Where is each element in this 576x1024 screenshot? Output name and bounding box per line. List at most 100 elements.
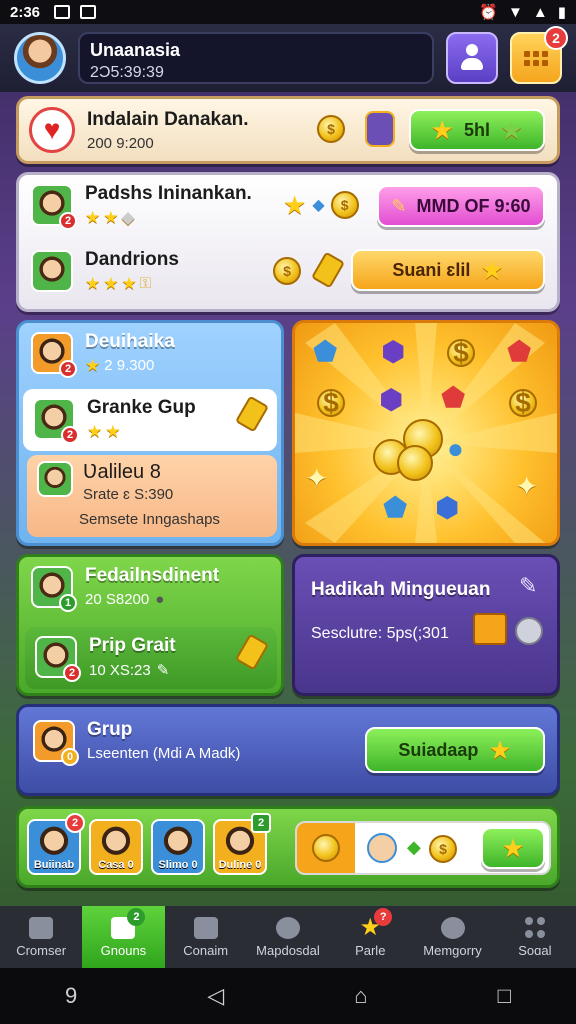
- claim-button[interactable]: ★ 5hl ★: [409, 109, 545, 151]
- potion-icon: [365, 111, 395, 147]
- level-badge: 2: [59, 359, 77, 378]
- recents-icon[interactable]: □: [498, 983, 511, 1009]
- group-join-button[interactable]: Suiadaap ★: [365, 727, 545, 773]
- character-label: Casa 0: [98, 859, 134, 871]
- pencil-icon: ✎: [156, 662, 170, 679]
- character-badge: 2: [65, 813, 85, 833]
- user-info-box[interactable]: Unaanasia 2Ɔ5:39:39: [78, 32, 434, 84]
- event-subtitle: 20 S8200: [85, 591, 150, 608]
- person-icon: [460, 44, 484, 72]
- bottom-nav: Cromser 2 Gnouns Conaim Mapdosdal ★ ? Pa…: [0, 906, 576, 968]
- user-subtext: 2Ɔ5:39:39: [90, 64, 164, 81]
- character-avatar: 2: [31, 331, 77, 378]
- team-character[interactable]: Slimo 0: [151, 819, 205, 875]
- coin-icon: $: [317, 387, 345, 418]
- team-claim-button[interactable]: ★: [481, 827, 545, 869]
- star-icon: ★: [501, 833, 525, 863]
- nav-item-home[interactable]: Cromser: [0, 906, 82, 968]
- star-icon: ★: [480, 255, 504, 285]
- wifi-icon: ▼: [508, 3, 523, 21]
- claim-button-label: 5hl: [463, 119, 490, 140]
- level-badge: 0: [61, 747, 79, 766]
- friend-title: Ʋalileu 8: [83, 461, 161, 483]
- assistant-icon[interactable]: 9: [65, 983, 77, 1009]
- team-character[interactable]: 2 Buiinab: [27, 813, 85, 875]
- team-character[interactable]: Casa 0: [89, 819, 143, 875]
- dots-icon: [524, 916, 545, 939]
- character-badge: 2: [251, 813, 271, 833]
- sparkle-icon: ✦: [515, 471, 539, 502]
- character-avatar: [31, 249, 73, 292]
- home-icon[interactable]: ⌂: [354, 983, 367, 1009]
- star-rating: ★ ★: [87, 422, 121, 441]
- nav-label: Cromser: [16, 942, 67, 958]
- level-badge: 2: [63, 664, 81, 682]
- user-name: Unaanasia: [90, 40, 181, 60]
- coin-icon: $: [330, 191, 359, 219]
- nav-item-parle[interactable]: ★ ? Parle: [329, 906, 411, 968]
- back-icon[interactable]: ◁: [207, 983, 224, 1009]
- nav-label: Gnouns: [100, 942, 147, 958]
- character-label: Duline 0: [218, 859, 262, 871]
- character-avatar: 1: [31, 565, 77, 612]
- battery-icon: ▮: [557, 4, 566, 21]
- ticket-icon: [234, 395, 270, 433]
- nav-label: Memgorry: [423, 942, 482, 958]
- heart-icon: ♥: [29, 107, 75, 153]
- friend-item[interactable]: 2 Granke Gup ★ ★: [23, 389, 277, 451]
- event-item[interactable]: 2 Prip Grait 10 XS:23 ✎: [25, 627, 277, 689]
- friend-title: Granke Gup: [87, 397, 196, 418]
- mission-go-button[interactable]: Suani ɛlil ★: [351, 249, 545, 291]
- team-character[interactable]: 2 Duline 0: [213, 813, 271, 875]
- friend-score: 2 9.300: [104, 357, 155, 374]
- mission-timer-button[interactable]: ✎ MMD OF 9:60: [377, 185, 545, 227]
- star-icon: ★: [488, 735, 512, 765]
- home-icon: [29, 916, 54, 939]
- sparkle-icon: ✦: [305, 463, 329, 494]
- badge-icon: ⬟: [313, 336, 338, 367]
- character-avatar: 2: [33, 397, 79, 444]
- mission-title: Dandrions: [85, 249, 179, 270]
- mission-title: Padshs Ininankan.: [85, 183, 252, 204]
- star-rating: ★ ★ ★ ⚿: [85, 274, 152, 293]
- nav-label: Conaim: [183, 942, 229, 958]
- nav-item-contain[interactable]: Conaim: [165, 906, 247, 968]
- shield-icon: ⬟: [507, 336, 532, 367]
- character-avatar: [37, 461, 73, 497]
- face-icon: [275, 916, 300, 939]
- ticket-icon: [310, 251, 346, 289]
- magnifier-icon: ●: [447, 433, 464, 464]
- shield-icon: ⬟: [441, 382, 466, 413]
- coin-icon: $: [447, 337, 475, 368]
- coin-icon: $: [317, 115, 345, 143]
- star-icon: ★: [500, 115, 524, 145]
- nav-item-groups[interactable]: 2 Gnouns: [82, 906, 165, 968]
- friend-item[interactable]: Ʋalileu 8 Srate ɛ S:390 Semsete Inngasha…: [27, 455, 277, 537]
- avatar[interactable]: [14, 32, 66, 84]
- grid-menu-button[interactable]: 2: [510, 26, 568, 84]
- gift-box-icon: [473, 613, 507, 645]
- prize-wheel-card[interactable]: ⬟ ⬢ $ ⬟ $ ⬢ ⬟ $ ● ⬟ ⬢ ✦ ✦: [292, 320, 560, 546]
- event-subtitle: 10 XS:23: [89, 661, 151, 679]
- gear-icon: [440, 916, 465, 939]
- nav-badge: ?: [374, 908, 393, 926]
- status-time: 2:36: [10, 3, 41, 21]
- level-badge: 1: [59, 593, 77, 612]
- status-bar: 2:36 ⏰ ▼ ▲ ▮: [0, 0, 576, 24]
- star-icon: ★: [85, 356, 101, 375]
- top-header: Unaanasia 2Ɔ5:39:39 2: [0, 24, 576, 92]
- checkbox-icon: [80, 5, 97, 19]
- profile-button[interactable]: [446, 32, 498, 84]
- gift-card[interactable]: Hadikah Mingueuan ✎ Sesclutre: 5ps(;301: [292, 554, 560, 696]
- gift-subtitle: Sesclutre: 5ps(;301: [311, 625, 449, 642]
- coin-stack-icon: [297, 823, 355, 873]
- character-avatar: 0: [33, 719, 79, 766]
- nav-item-social[interactable]: Soɑal: [494, 906, 576, 968]
- character-face-icon: [367, 833, 397, 863]
- character-avatar: 2: [35, 636, 81, 682]
- team-rewards-bar[interactable]: ◆ $ ★: [295, 821, 551, 875]
- nav-item-map[interactable]: Mapdosdal: [247, 906, 329, 968]
- events-card: 1 Fedailnsdinent 20 S8200 ● 2 Prip Grait …: [16, 554, 284, 696]
- nav-item-memory[interactable]: Memgorry: [411, 906, 493, 968]
- daily-reward-card[interactable]: ♥ Indalain Danakan. 200 9:200 $ ★ 5hl ★: [16, 96, 560, 164]
